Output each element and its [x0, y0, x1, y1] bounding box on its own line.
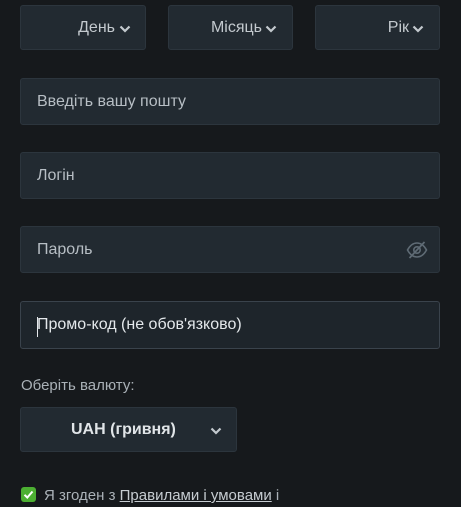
eye-slash-icon[interactable] [406, 240, 428, 260]
chevron-down-icon [119, 25, 131, 33]
promo-code-input[interactable] [21, 302, 439, 348]
checkmark-icon [23, 490, 34, 499]
day-select[interactable]: День [20, 5, 146, 50]
currency-select-value: UAH (гривня) [71, 421, 176, 438]
email-input[interactable] [21, 79, 439, 124]
terms-checkbox[interactable] [21, 487, 36, 502]
terms-link[interactable]: Правилами і умовами [120, 487, 272, 504]
email-field[interactable] [20, 78, 440, 125]
month-select-label: Місяць [210, 19, 262, 36]
currency-label: Оберіть валюту: [21, 377, 135, 394]
year-select-label: Рік [387, 19, 409, 36]
day-select-label: День [78, 19, 115, 36]
terms-suffix: і [275, 487, 280, 504]
chevron-down-icon [210, 427, 222, 435]
password-input[interactable] [21, 227, 439, 272]
promo-code-field[interactable] [20, 301, 440, 349]
login-field[interactable] [20, 152, 440, 199]
chevron-down-icon [265, 25, 277, 33]
year-select[interactable]: Рік [315, 5, 440, 50]
password-field[interactable] [20, 226, 440, 273]
chevron-down-icon [412, 25, 424, 33]
text-cursor [37, 317, 38, 337]
month-select[interactable]: Місяць [168, 5, 293, 50]
currency-select[interactable]: UAH (гривня) [20, 407, 237, 452]
terms-prefix: Я згоден з [44, 487, 116, 504]
login-input[interactable] [21, 153, 439, 198]
terms-text: Я згоден з Правилами і умовами і [44, 487, 279, 504]
